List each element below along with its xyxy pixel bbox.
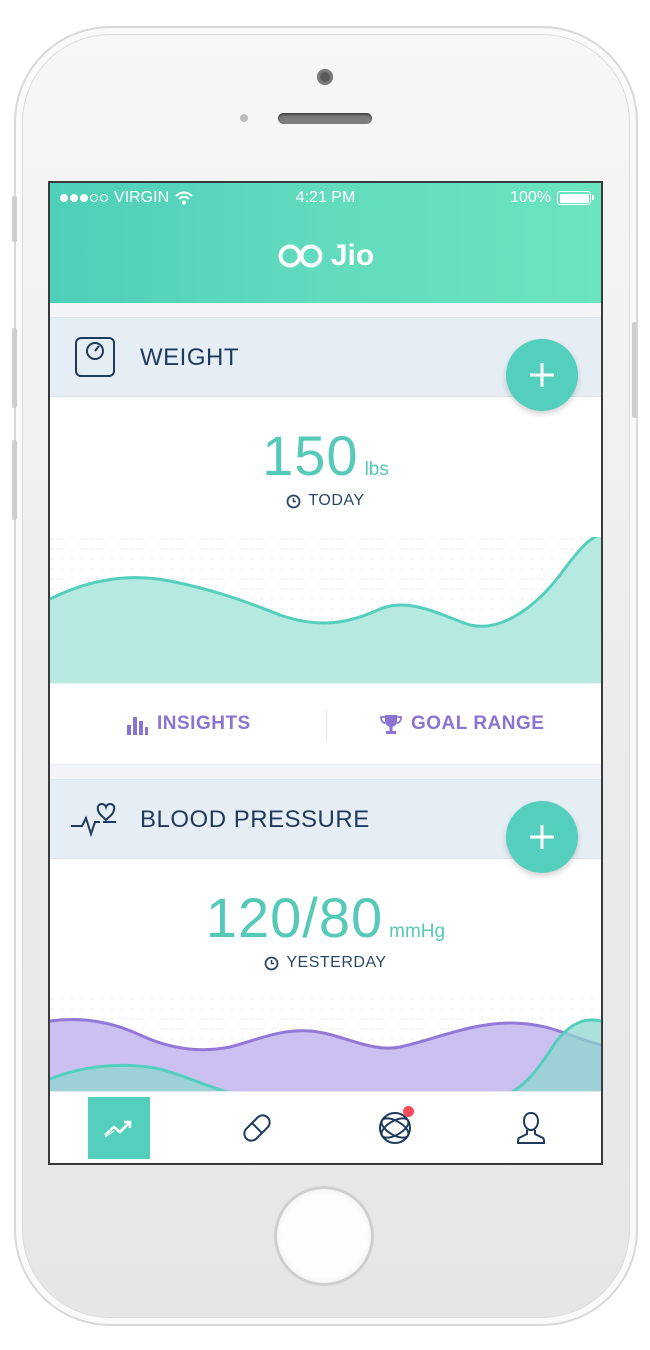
weight-value: 150	[262, 424, 359, 487]
tab-medications[interactable]	[226, 1092, 288, 1163]
front-camera	[317, 69, 333, 85]
clock-icon	[264, 956, 279, 970]
trend-chart-icon	[104, 1120, 132, 1138]
user-icon	[516, 1111, 546, 1144]
heart-pulse-icon	[71, 802, 116, 838]
app-logo: Jio	[50, 239, 601, 273]
proximity-sensor	[240, 114, 248, 122]
blood-pressure-timestamp: YESTERDAY	[50, 954, 601, 972]
battery-icon	[557, 191, 594, 205]
weight-reading: 150 lbs	[50, 423, 601, 488]
blood-pressure-unit: mmHg	[389, 921, 446, 942]
pill-icon	[243, 1114, 271, 1142]
infinity-logo-icon	[278, 244, 323, 268]
volume-down-button	[12, 440, 17, 520]
weight-when: TODAY	[308, 492, 365, 509]
add-blood-pressure-button[interactable]	[506, 801, 578, 873]
app-screen: VIRGIN 4:21 PM 100% Jio WEIGHT 150 lbs T…	[48, 181, 603, 1165]
weight-chart	[50, 537, 601, 685]
tab-trends[interactable]	[88, 1092, 150, 1163]
weight-card: WEIGHT 150 lbs TODAY INSIGHTS GOAL RANGE	[50, 317, 601, 765]
goal-range-label: GOAL RANGE	[411, 713, 545, 734]
weight-timestamp: TODAY	[50, 492, 601, 510]
blood-pressure-title: BLOOD PRESSURE	[140, 806, 370, 833]
earpiece-speaker	[278, 113, 372, 124]
tab-profile[interactable]	[500, 1092, 562, 1163]
bottom-tab-bar	[50, 1091, 601, 1163]
home-button[interactable]	[274, 1186, 374, 1286]
goal-range-button[interactable]: GOAL RANGE	[380, 684, 544, 764]
scale-icon	[75, 337, 115, 377]
weight-actions: INSIGHTS GOAL RANGE	[50, 683, 601, 765]
blood-pressure-value: 120/80	[205, 886, 384, 949]
bar-chart-icon	[127, 717, 148, 735]
mute-switch	[12, 196, 17, 242]
clock-icon	[287, 494, 301, 508]
weight-title: WEIGHT	[140, 344, 239, 371]
add-weight-button[interactable]	[506, 339, 578, 411]
weight-unit: lbs	[364, 459, 389, 480]
brand-name: Jio	[330, 239, 375, 272]
app-header: VIRGIN 4:21 PM 100% Jio	[50, 183, 601, 303]
plus-icon	[530, 825, 554, 849]
actions-divider	[326, 710, 327, 740]
blood-pressure-card: BLOOD PRESSURE 120/80 mmHg YESTERDAY	[50, 779, 601, 1109]
trophy-icon	[380, 715, 402, 734]
insights-button[interactable]: INSIGHTS	[126, 684, 251, 764]
tab-community[interactable]	[364, 1092, 426, 1163]
notification-badge	[403, 1106, 414, 1117]
plus-icon	[530, 363, 554, 387]
power-button	[632, 322, 637, 418]
status-bar: VIRGIN 4:21 PM 100%	[50, 189, 601, 213]
insights-label: INSIGHTS	[157, 713, 251, 734]
blood-pressure-reading: 120/80 mmHg	[50, 885, 601, 950]
battery-percent: 100%	[510, 189, 551, 206]
volume-up-button	[12, 328, 17, 408]
blood-pressure-when: YESTERDAY	[286, 954, 387, 971]
status-right: 100%	[510, 189, 594, 207]
tab-trends-highlight	[88, 1097, 150, 1159]
